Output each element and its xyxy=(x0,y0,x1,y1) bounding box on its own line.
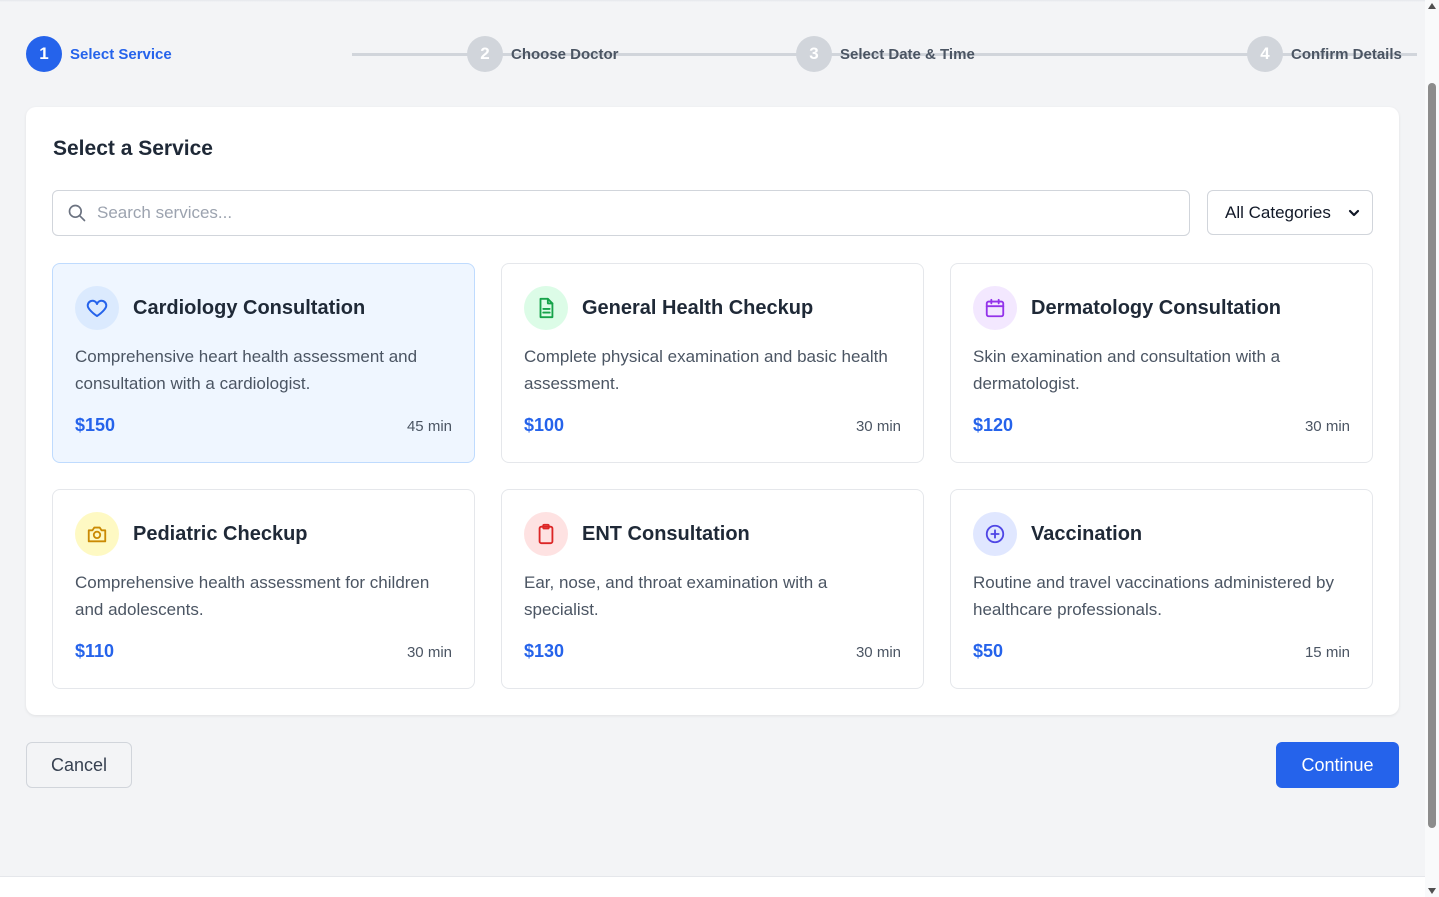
cancel-button[interactable]: Cancel xyxy=(26,742,132,788)
service-card-general-checkup[interactable]: General Health Checkup Complete physical… xyxy=(501,263,924,463)
service-name: Pediatric Checkup xyxy=(133,522,308,545)
step-select-service[interactable]: 1 Select Service xyxy=(26,36,172,72)
category-select-value: All Categories xyxy=(1225,202,1331,222)
service-price: $120 xyxy=(973,415,1014,435)
step-number: 3 xyxy=(796,36,832,72)
service-card-header: Cardiology Consultation xyxy=(75,286,365,330)
plus-circle-icon xyxy=(973,512,1017,556)
scrollbar-thumb[interactable] xyxy=(1428,83,1436,828)
service-name: General Health Checkup xyxy=(582,296,814,319)
camera-icon xyxy=(75,512,119,556)
step-number: 2 xyxy=(467,36,503,72)
document-icon xyxy=(524,286,568,330)
service-card-pediatric[interactable]: Pediatric Checkup Comprehensive health a… xyxy=(52,489,475,689)
service-card-vaccination[interactable]: Vaccination Routine and travel vaccinati… xyxy=(950,489,1373,689)
calendar-icon xyxy=(973,286,1017,330)
clipboard-icon xyxy=(524,512,568,556)
top-edge xyxy=(0,0,1425,2)
step-select-date-time[interactable]: 3 Select Date & Time xyxy=(796,36,975,72)
service-name: ENT Consultation xyxy=(582,522,750,545)
continue-button[interactable]: Continue xyxy=(1276,742,1399,788)
service-card-header: Vaccination xyxy=(973,512,1142,556)
service-description: Routine and travel vaccinations administ… xyxy=(973,573,1334,619)
service-price: $50 xyxy=(973,641,1004,661)
category-select[interactable]: All Categories xyxy=(1207,190,1373,235)
service-card-dermatology[interactable]: Dermatology Consultation Skin examinatio… xyxy=(950,263,1373,463)
search-icon xyxy=(68,204,86,222)
search-input[interactable] xyxy=(97,203,1097,223)
service-price: $110 xyxy=(75,641,115,661)
step-label: Confirm Details xyxy=(1291,45,1402,63)
service-description: Skin examination and consultation with a… xyxy=(973,347,1281,393)
step-confirm-details[interactable]: 4 Confirm Details xyxy=(1247,36,1402,72)
service-description: Comprehensive health assessment for chil… xyxy=(75,573,430,619)
service-duration: 45 min xyxy=(406,418,452,435)
service-card-header: General Health Checkup xyxy=(524,286,813,330)
service-price: $150 xyxy=(75,415,116,435)
scroll-up-arrow-icon[interactable] xyxy=(1428,3,1436,9)
step-number: 4 xyxy=(1247,36,1283,72)
service-duration: 30 min xyxy=(855,644,901,661)
service-name: Dermatology Consultation xyxy=(1031,296,1282,319)
service-selection-panel: Select a Service All Categories Cardiolo… xyxy=(26,107,1399,715)
chevron-down-icon xyxy=(1348,209,1360,217)
service-description: Comprehensive heart health assessment an… xyxy=(75,347,418,393)
step-number: 1 xyxy=(26,36,62,72)
service-price: $130 xyxy=(524,641,565,661)
service-name: Cardiology Consultation xyxy=(133,296,366,319)
service-description: Complete physical examination and basic … xyxy=(524,347,888,393)
step-label: Choose Doctor xyxy=(511,45,619,63)
service-duration: 30 min xyxy=(1304,418,1350,435)
service-duration: 15 min xyxy=(1304,644,1350,661)
service-card-cardiology[interactable]: Cardiology Consultation Comprehensive he… xyxy=(52,263,475,463)
step-choose-doctor[interactable]: 2 Choose Doctor xyxy=(467,36,619,72)
search-box[interactable] xyxy=(52,190,1190,236)
vertical-scrollbar[interactable] xyxy=(1425,0,1439,897)
service-card-header: Pediatric Checkup xyxy=(75,512,308,556)
service-card-header: ENT Consultation xyxy=(524,512,750,556)
service-card-ent[interactable]: ENT Consultation Ear, nose, and throat e… xyxy=(501,489,924,689)
service-name: Vaccination xyxy=(1031,522,1143,545)
service-duration: 30 min xyxy=(855,418,901,435)
service-description: Ear, nose, and throat examination with a… xyxy=(524,573,828,619)
service-card-header: Dermatology Consultation xyxy=(973,286,1281,330)
heart-icon xyxy=(75,286,119,330)
progress-stepper: 1 Select Service 2 Choose Doctor 3 Selec… xyxy=(26,36,1417,74)
bottom-bar xyxy=(0,876,1425,897)
step-label: Select Service xyxy=(70,45,172,63)
panel-title: Select a Service xyxy=(53,137,213,160)
service-duration: 30 min xyxy=(406,644,452,661)
step-label: Select Date & Time xyxy=(840,45,975,63)
scroll-down-arrow-icon[interactable] xyxy=(1428,888,1436,894)
service-price: $100 xyxy=(524,415,565,435)
